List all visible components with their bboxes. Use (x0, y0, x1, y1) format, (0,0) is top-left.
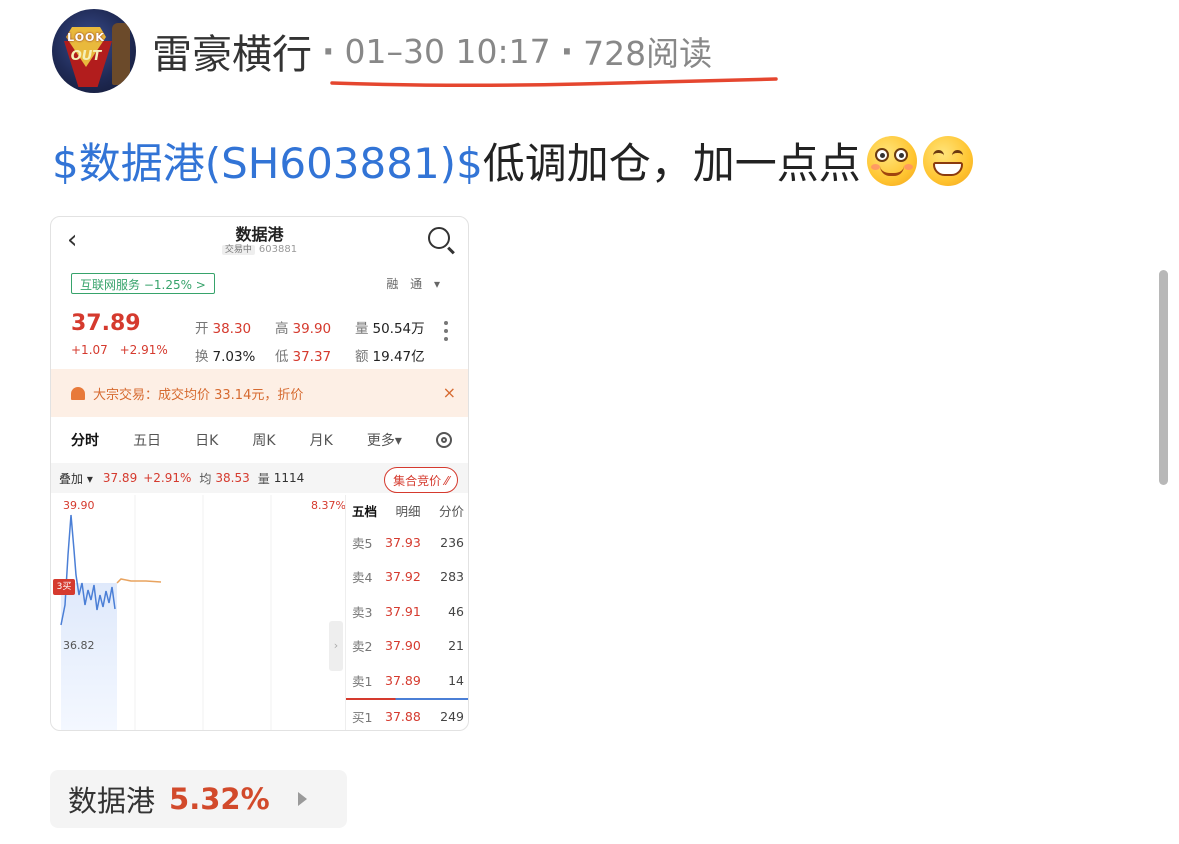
volume-label: 量 (257, 471, 270, 486)
order-book-row: 卖2 37.90 21 (352, 638, 464, 655)
settings-icon (435, 432, 452, 448)
stat-label: 换 (195, 349, 209, 365)
chip-stock-change: 5.32% (169, 782, 270, 816)
order-book-row: 买1 37.88 249 (352, 709, 464, 726)
stat-value: 37.37 (292, 349, 332, 365)
post-content: $数据港(SH603881)$ 低调加仓，加一点点 (52, 130, 973, 191)
auction-button: 集合竞价 ⁄⁄ (384, 467, 458, 493)
chart-high-label: 39.90 (63, 499, 95, 512)
post-date: 01–30 10:17 (344, 31, 551, 71)
stat-value: 38.30 (212, 321, 252, 337)
overlay-pct: +2.91% (143, 471, 192, 485)
stock-chip[interactable]: 数据港 5.32% (50, 770, 347, 828)
tab-intraday: 分时 (71, 433, 99, 449)
stat-value: 50.54万 (372, 321, 425, 337)
tab-details: 明细 (395, 504, 421, 519)
avatar-text-bottom: OUT (70, 49, 102, 64)
stat-value: 39.90 (292, 321, 332, 337)
stat-label: 开 (195, 321, 209, 337)
avg-value: 38.53 (215, 471, 250, 485)
post-meta: · 01–30 10:17 · 728阅读 (322, 27, 712, 75)
chip-stock-name: 数据港 (68, 784, 156, 818)
tab-daily-k: 日K (195, 433, 219, 449)
overlay-dropdown: 叠加 ▾ (59, 471, 93, 486)
order-book-tabs: 五档 明细 分价 (346, 495, 468, 525)
order-book: 五档 明细 分价 卖5 37.93 236 卖4 37.92 283 卖3 37.91 46… (345, 495, 468, 730)
avatar[interactable]: LOOK OUT (52, 9, 136, 93)
rong-tong-label: 融 通 ▾ (386, 277, 444, 291)
current-price: 37.89 (71, 311, 141, 336)
separator-dot: · (322, 31, 335, 71)
stat-label: 额 (355, 349, 369, 365)
avatar-figure (112, 23, 130, 85)
tab-five-levels: 五档 (352, 504, 378, 519)
tab-more: 更多▾ (366, 433, 402, 449)
alert-bell-icon (71, 386, 85, 400)
order-book-row: 卖5 37.93 236 (352, 534, 464, 551)
chart-tabs: 分时 五日 日K 周K 月K 更多▾ (71, 427, 452, 453)
stock-link[interactable]: $数据港(SH603881)$ (52, 130, 483, 191)
play-arrow-icon (297, 792, 307, 806)
order-book-row: 卖3 37.91 46 (352, 603, 464, 620)
tab-weekly-k: 周K (252, 433, 276, 449)
avg-label: 均 (199, 471, 212, 486)
stat-label: 低 (275, 349, 289, 365)
order-book-row: 卖1 37.89 14 (352, 672, 464, 689)
stat-value: 19.47亿 (372, 349, 425, 365)
tab-five-day: 五日 (133, 433, 162, 449)
attached-screenshot[interactable]: ‹ 数据港 交易中 603881 互联网服务 −1.25% > 融 通 ▾ 37.… (50, 216, 469, 731)
chart-low-label: 36.82 (63, 639, 95, 652)
block-trade-notice: 大宗交易：成交均价 33.14元，折价 × (51, 369, 468, 417)
post-body: 低调加仓，加一点点 (482, 139, 861, 188)
order-book-row: 卖4 37.92 283 (352, 569, 464, 586)
buy-marker: 3买 (53, 579, 75, 595)
quote-stats: 开 38.30 高 39.90 量 50.54万 换 7.03% 低 37.37 额 19.… (195, 313, 435, 369)
volume-value: 1114 (273, 471, 305, 485)
scrollbar[interactable] (1159, 270, 1168, 485)
search-icon (428, 227, 450, 249)
stock-subtitle: 交易中 603881 (51, 242, 468, 255)
tab-price-distribution: 分价 (438, 504, 464, 519)
stat-label: 量 (355, 321, 369, 337)
read-count: 728阅读 (583, 34, 713, 73)
notice-text: 大宗交易：成交均价 33.14元，折价 (93, 387, 304, 403)
separator-dot: · (560, 31, 574, 71)
trading-status-tag: 交易中 (221, 245, 255, 255)
more-vertical-icon (444, 321, 448, 345)
emoji-grinning-face (922, 135, 973, 186)
chart-pct-label: 8.37% (311, 499, 346, 512)
intraday-chart (51, 495, 343, 730)
collapse-handle: › (329, 621, 343, 671)
stock-code: 603881 (258, 244, 298, 255)
hand-drawn-underline (330, 77, 778, 88)
author-name[interactable]: 雷豪横行 (152, 22, 312, 80)
overlay-price: 37.89 (102, 471, 138, 485)
emoji-goofy-face (866, 135, 917, 186)
industry-tag: 互联网服务 −1.25% > (71, 273, 215, 294)
price-change: +1.07 +2.91% (71, 343, 168, 357)
stat-value: 7.03% (212, 349, 256, 365)
tab-monthly-k: 月K (309, 433, 333, 449)
screenshot-nav: ‹ 数据港 交易中 603881 (51, 217, 468, 267)
close-icon: × (442, 383, 456, 402)
stat-label: 高 (275, 321, 289, 337)
avatar-text-top: LOOK (67, 31, 105, 44)
